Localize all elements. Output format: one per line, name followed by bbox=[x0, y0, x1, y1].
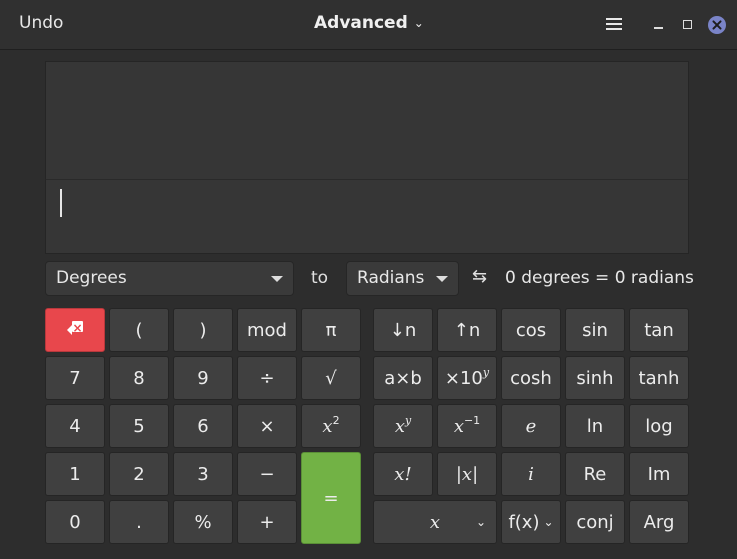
mode-selector[interactable]: Advanced ⌄ bbox=[314, 13, 424, 33]
digit-2-button[interactable]: 2 bbox=[109, 452, 169, 496]
inverse-base: x bbox=[453, 415, 464, 437]
ten-power-exponent: y bbox=[482, 365, 490, 379]
text-cursor bbox=[60, 189, 62, 217]
inverse-exponent: −1 bbox=[463, 413, 481, 427]
square-exponent: 2 bbox=[332, 413, 340, 427]
undo-button[interactable]: Undo bbox=[19, 13, 63, 33]
to-unit-select[interactable]: Radians bbox=[346, 261, 459, 296]
from-unit-label: Degrees bbox=[56, 268, 127, 288]
variable-label: x bbox=[429, 511, 441, 533]
sinh-button[interactable]: sinh bbox=[565, 356, 625, 400]
variable-select[interactable]: x ⌄ bbox=[373, 500, 497, 544]
ln-button[interactable]: ln bbox=[565, 404, 625, 448]
log-button[interactable]: log bbox=[629, 404, 689, 448]
imaginary-button[interactable]: i bbox=[501, 452, 561, 496]
square-button[interactable]: x2 bbox=[301, 404, 361, 448]
cosh-button[interactable]: cosh bbox=[501, 356, 561, 400]
power-exponent: y bbox=[404, 413, 412, 427]
mod-button[interactable]: mod bbox=[237, 308, 297, 352]
factorial-button[interactable]: x! bbox=[373, 452, 433, 496]
arg-button[interactable]: Arg bbox=[629, 500, 689, 544]
multiply-button[interactable]: × bbox=[237, 404, 297, 448]
subtract-button[interactable]: − bbox=[237, 452, 297, 496]
sqrt-button[interactable]: √ bbox=[301, 356, 361, 400]
chevron-down-icon: ⌄ bbox=[413, 16, 424, 30]
maximize-icon[interactable] bbox=[679, 16, 697, 34]
cos-button[interactable]: cos bbox=[501, 308, 561, 352]
digit-3-button[interactable]: 3 bbox=[173, 452, 233, 496]
abs-button[interactable]: |x| bbox=[437, 452, 497, 496]
euler-label: e bbox=[525, 415, 537, 437]
open-paren-button[interactable]: ( bbox=[109, 308, 169, 352]
power-button[interactable]: xy bbox=[373, 404, 433, 448]
ten-power-button[interactable]: ×10 y bbox=[437, 356, 497, 400]
equals-button[interactable]: = bbox=[301, 452, 361, 544]
mode-title: Advanced bbox=[314, 13, 408, 33]
tan-button[interactable]: tan bbox=[629, 308, 689, 352]
caret-down-icon bbox=[436, 276, 448, 282]
inverse-button[interactable]: x −1 bbox=[437, 404, 497, 448]
conversion-result: 0 degrees = 0 radians bbox=[505, 268, 694, 288]
minimize-icon[interactable] bbox=[650, 16, 668, 34]
backspace-button[interactable] bbox=[45, 308, 105, 352]
subscript-button[interactable]: ↓n bbox=[373, 308, 433, 352]
ten-power-base: ×10 bbox=[444, 367, 483, 389]
power-base: x bbox=[394, 415, 405, 437]
im-button[interactable]: Im bbox=[629, 452, 689, 496]
swap-units-icon[interactable]: ⇆ bbox=[472, 266, 487, 287]
digit-1-button[interactable]: 1 bbox=[45, 452, 105, 496]
menu-icon[interactable] bbox=[606, 18, 622, 32]
abs-label: |x| bbox=[455, 463, 479, 485]
expression-entry[interactable] bbox=[45, 179, 689, 254]
decimal-button[interactable]: . bbox=[109, 500, 169, 544]
function-select[interactable]: f(x) ⌄ bbox=[501, 500, 561, 544]
sin-button[interactable]: sin bbox=[565, 308, 625, 352]
chevron-down-icon: ⌄ bbox=[475, 515, 486, 529]
divide-button[interactable]: ÷ bbox=[237, 356, 297, 400]
digit-6-button[interactable]: 6 bbox=[173, 404, 233, 448]
history-display bbox=[45, 61, 689, 179]
from-unit-select[interactable]: Degrees bbox=[45, 261, 294, 296]
digit-0-button[interactable]: 0 bbox=[45, 500, 105, 544]
chevron-down-icon: ⌄ bbox=[543, 515, 554, 529]
digit-7-button[interactable]: 7 bbox=[45, 356, 105, 400]
to-label: to bbox=[311, 268, 329, 288]
digit-4-button[interactable]: 4 bbox=[45, 404, 105, 448]
close-paren-button[interactable]: ) bbox=[173, 308, 233, 352]
digit-9-button[interactable]: 9 bbox=[173, 356, 233, 400]
superscript-button[interactable]: ↑n bbox=[437, 308, 497, 352]
function-label: f(x) bbox=[508, 511, 540, 533]
digit-5-button[interactable]: 5 bbox=[109, 404, 169, 448]
close-icon[interactable] bbox=[708, 16, 726, 34]
square-base: x bbox=[322, 415, 333, 437]
backspace-icon bbox=[67, 320, 83, 336]
add-button[interactable]: + bbox=[237, 500, 297, 544]
digit-8-button[interactable]: 8 bbox=[109, 356, 169, 400]
title-bar: Undo Advanced ⌄ bbox=[0, 0, 737, 50]
factorial-label: x! bbox=[394, 463, 412, 485]
pi-button[interactable]: π bbox=[301, 308, 361, 352]
to-unit-label: Radians bbox=[357, 268, 425, 288]
re-button[interactable]: Re bbox=[565, 452, 625, 496]
tanh-button[interactable]: tanh bbox=[629, 356, 689, 400]
caret-down-icon bbox=[271, 276, 283, 282]
imaginary-label: i bbox=[528, 463, 534, 485]
sci-notation-button[interactable]: a×b bbox=[373, 356, 433, 400]
percent-button[interactable]: % bbox=[173, 500, 233, 544]
euler-button[interactable]: e bbox=[501, 404, 561, 448]
conj-button[interactable]: conj bbox=[565, 500, 625, 544]
